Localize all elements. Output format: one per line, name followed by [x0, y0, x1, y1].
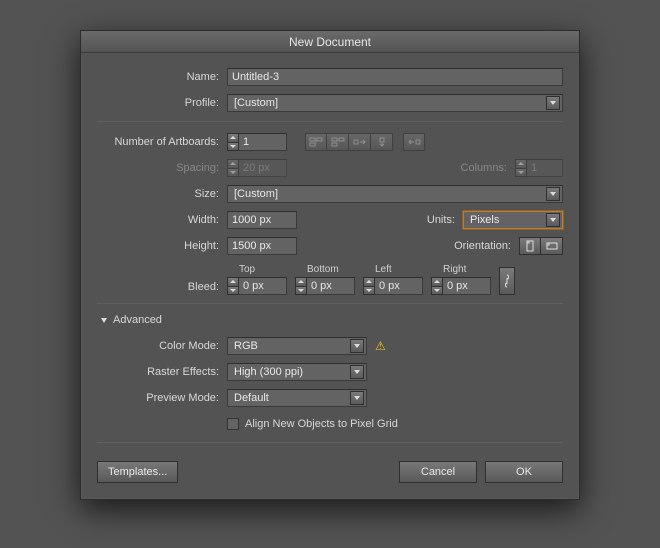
height-input[interactable] [227, 237, 297, 255]
grid-by-column-icon[interactable] [327, 133, 349, 151]
stepper-down-icon[interactable] [227, 286, 239, 296]
bleed-right-label: Right [431, 264, 491, 275]
templates-button[interactable]: Templates... [97, 461, 178, 483]
orientation-label: Orientation: [454, 240, 519, 252]
divider [97, 121, 563, 122]
artboards-label: Number of Artboards: [97, 136, 227, 148]
name-input[interactable] [227, 68, 563, 86]
orientation-group [519, 237, 563, 255]
raster-value: High (300 ppi) [234, 366, 303, 378]
units-select[interactable]: Pixels [463, 211, 563, 229]
chevron-down-icon [350, 339, 364, 353]
bleed-top-input[interactable] [239, 277, 287, 295]
chevron-down-icon [101, 318, 107, 323]
cancel-button[interactable]: Cancel [399, 461, 477, 483]
chevron-down-icon [546, 213, 560, 227]
align-label: Align New Objects to Pixel Grid [245, 418, 398, 430]
color-mode-label: Color Mode: [97, 340, 227, 352]
landscape-icon[interactable] [541, 237, 563, 255]
divider [97, 442, 563, 443]
stepper-down-icon[interactable] [431, 286, 443, 296]
size-value: [Custom] [234, 188, 278, 200]
profile-value: [Custom] [234, 97, 278, 109]
stepper-down-icon[interactable] [295, 286, 307, 296]
bleed-left-input[interactable] [375, 277, 423, 295]
stepper-up-icon[interactable] [363, 277, 375, 286]
stepper-up-icon [227, 159, 239, 168]
columns-stepper [515, 159, 563, 177]
profile-select[interactable]: [Custom] [227, 94, 563, 112]
stepper-down-icon [227, 168, 239, 178]
warning-icon: ⚠ [375, 339, 386, 353]
stepper-up-icon[interactable] [227, 133, 239, 142]
stepper-down-icon[interactable] [227, 142, 239, 152]
arrange-down-icon[interactable] [371, 133, 393, 151]
columns-label: Columns: [461, 162, 515, 174]
spacing-stepper [227, 159, 287, 177]
units-value: Pixels [470, 214, 499, 226]
bleed-group: Top Bottom Left [227, 264, 515, 295]
bleed-top-label: Top [227, 264, 287, 275]
checkbox-icon [227, 418, 239, 430]
chevron-down-icon [350, 391, 364, 405]
bleed-bottom-label: Bottom [295, 264, 355, 275]
chevron-down-icon [546, 187, 560, 201]
preview-value: Default [234, 392, 269, 404]
bleed-right-stepper[interactable] [431, 277, 491, 295]
preview-select[interactable]: Default [227, 389, 367, 407]
bleed-bottom-input[interactable] [307, 277, 355, 295]
spacing-label: Spacing: [97, 162, 227, 174]
width-label: Width: [97, 214, 227, 226]
divider [97, 303, 563, 304]
portrait-icon[interactable] [519, 237, 541, 255]
bleed-left-label: Left [363, 264, 423, 275]
ok-button[interactable]: OK [485, 461, 563, 483]
new-document-dialog: New Document Name: Profile: [Custom] Num… [80, 30, 580, 500]
size-select[interactable]: [Custom] [227, 185, 563, 203]
chevron-down-icon [546, 96, 560, 110]
size-label: Size: [97, 188, 227, 200]
columns-input [527, 159, 563, 177]
artboards-stepper[interactable] [227, 133, 287, 151]
grid-by-row-icon[interactable] [305, 133, 327, 151]
align-pixel-grid-checkbox[interactable]: Align New Objects to Pixel Grid [227, 418, 398, 430]
dialog-content: Name: Profile: [Custom] Number of Artboa… [81, 53, 579, 499]
color-mode-select[interactable]: RGB [227, 337, 367, 355]
bleed-top-stepper[interactable] [227, 277, 287, 295]
stepper-down-icon[interactable] [363, 286, 375, 296]
advanced-toggle[interactable]: Advanced [101, 314, 563, 326]
advanced-label: Advanced [113, 314, 162, 326]
profile-label: Profile: [97, 97, 227, 109]
arrange-left-icon[interactable] [403, 133, 425, 151]
arrange-right-icon[interactable] [349, 133, 371, 151]
bleed-left-stepper[interactable] [363, 277, 423, 295]
stepper-up-icon[interactable] [295, 277, 307, 286]
stepper-down-icon [515, 168, 527, 178]
artboard-layout-group [305, 133, 393, 151]
spacing-input [239, 159, 287, 177]
stepper-up-icon[interactable] [431, 277, 443, 286]
dialog-footer: Templates... Cancel OK [97, 461, 563, 483]
width-input[interactable] [227, 211, 297, 229]
bleed-right-input[interactable] [443, 277, 491, 295]
bleed-label: Bleed: [97, 281, 227, 293]
units-label: Units: [427, 214, 463, 226]
raster-select[interactable]: High (300 ppi) [227, 363, 367, 381]
preview-label: Preview Mode: [97, 392, 227, 404]
raster-label: Raster Effects: [97, 366, 227, 378]
height-label: Height: [97, 240, 227, 252]
link-bleed-button[interactable] [499, 267, 515, 295]
artboards-input[interactable] [239, 133, 287, 151]
dialog-title: New Document [81, 31, 579, 53]
color-mode-value: RGB [234, 340, 258, 352]
bleed-bottom-stepper[interactable] [295, 277, 355, 295]
stepper-up-icon [515, 159, 527, 168]
stepper-up-icon[interactable] [227, 277, 239, 286]
name-label: Name: [97, 71, 227, 83]
chevron-down-icon [350, 365, 364, 379]
artboard-layout-group-2 [403, 133, 425, 151]
